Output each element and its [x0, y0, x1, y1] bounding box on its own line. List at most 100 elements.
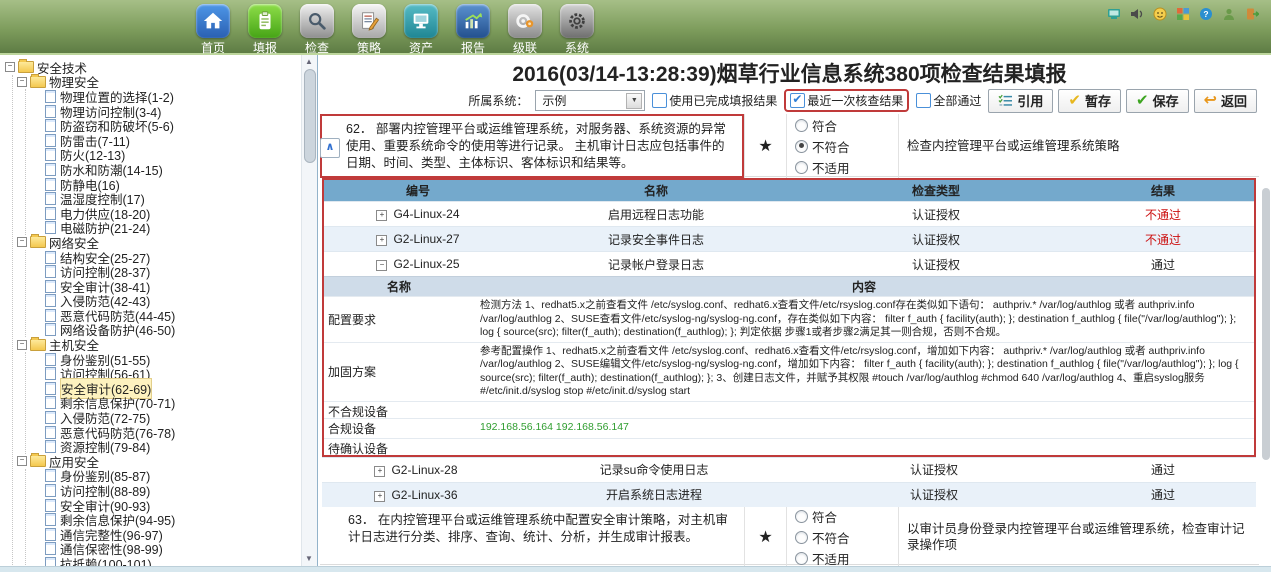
user-icon[interactable] — [1222, 7, 1236, 21]
collapse-button[interactable]: ∧ — [320, 138, 340, 158]
table-row-G2-Linux-25[interactable]: −G2-Linux-25记录帐户登录日志认证授权通过 — [324, 251, 1254, 276]
nav-item-策略[interactable]: 策略 — [346, 4, 392, 56]
system-select[interactable]: 示例 ▼ — [535, 90, 645, 111]
nav-item-label: 策略 — [357, 41, 381, 55]
check-result: 不通过 — [1072, 231, 1254, 248]
document-icon — [45, 265, 56, 278]
document-icon — [45, 251, 56, 264]
unchecked-checkbox-icon[interactable] — [652, 93, 667, 108]
nav-item-报告[interactable]: 报告 — [450, 4, 496, 56]
保存-button[interactable]: ✔保存 — [1126, 89, 1189, 113]
unchecked-checkbox-icon[interactable] — [916, 93, 931, 108]
radio-不适用[interactable]: 不适用 — [795, 549, 898, 567]
gold-check-icon: ✔ — [1068, 93, 1081, 108]
id-cell: +G2-Linux-28 — [322, 463, 510, 477]
table-row-G2-Linux-28[interactable]: +G2-Linux-28记录su命令使用日志认证授权通过 — [322, 457, 1256, 482]
clipboard-icon — [248, 4, 282, 38]
chart-icon — [456, 4, 490, 38]
collapse-expander-icon[interactable]: − — [5, 62, 15, 72]
nav-item-资产[interactable]: 资产 — [398, 4, 444, 56]
nav-item-检查[interactable]: 检查 — [294, 4, 340, 56]
check-type: 认证授权 — [800, 206, 1072, 223]
nav-item-首页[interactable]: 首页 — [190, 4, 236, 56]
radio-icon[interactable] — [795, 531, 808, 544]
logout-icon[interactable] — [1245, 7, 1259, 21]
返回-button[interactable]: ↩返回 — [1194, 89, 1257, 113]
checkbox-全部通过[interactable]: 全部通过 — [916, 92, 981, 109]
collapse-expander-icon[interactable]: − — [17, 237, 27, 247]
volume-icon[interactable] — [1130, 7, 1144, 21]
table-row-G2-Linux-36[interactable]: +G2-Linux-36开启系统日志进程认证授权通过 — [322, 482, 1256, 507]
document-icon — [45, 280, 56, 293]
question-63-options: 符合不符合不适用 — [786, 507, 898, 567]
check-id: G2-Linux-36 — [391, 488, 457, 502]
引用-button[interactable]: 引用 — [988, 89, 1053, 113]
folder-icon — [30, 76, 46, 88]
tree-folder-网络安全[interactable]: −网络安全 — [13, 235, 317, 250]
radio-icon[interactable] — [795, 119, 808, 132]
check-name: 记录帐户登录日志 — [512, 256, 800, 273]
collapse-icon[interactable]: − — [376, 260, 387, 271]
tree-folder-应用安全[interactable]: −应用安全 — [13, 454, 317, 469]
main-scroll-thumb[interactable] — [1262, 188, 1270, 460]
radio-不适用[interactable]: 不适用 — [795, 158, 898, 177]
checked-checkbox-icon[interactable] — [790, 93, 805, 108]
collapse-expander-icon[interactable]: − — [17, 77, 27, 87]
scroll-up-icon[interactable]: ▲ — [303, 56, 315, 68]
radio-selected-icon[interactable] — [795, 140, 808, 153]
radio-符合[interactable]: 符合 — [795, 507, 898, 526]
collapse-expander-icon[interactable]: − — [17, 340, 27, 350]
nav-item-label: 系统 — [565, 41, 589, 55]
radio-不符合[interactable]: 不符合 — [795, 528, 898, 547]
apps-grid-icon[interactable] — [1176, 7, 1190, 21]
button-label: 引用 — [1017, 91, 1043, 110]
main-nav: 首页填报检查策略 资产 报告 级联 系统 — [190, 4, 600, 56]
nav-item-label: 报告 — [461, 41, 485, 55]
table-row-G2-Linux-27[interactable]: +G2-Linux-27记录安全事件日志认证授权不通过 — [324, 226, 1254, 251]
document-pencil-icon — [352, 4, 386, 38]
expand-icon[interactable]: + — [374, 466, 385, 477]
tree-children: −物理安全物理位置的选择(1-2)物理访问控制(3-4)防盗窃和防破坏(5-6)… — [12, 75, 317, 566]
collapse-expander-icon[interactable]: − — [17, 456, 27, 466]
detail-label: 待确认设备 — [324, 439, 474, 458]
question-row-64-partial: 符合 — [320, 565, 1259, 567]
sidebar-scroll-thumb[interactable] — [304, 69, 316, 163]
radio-符合[interactable]: 符合 — [795, 116, 898, 135]
detail-content — [474, 439, 1254, 458]
checkbox-使用已完成填报结果[interactable]: 使用已完成填报结果 — [652, 92, 777, 109]
emoji-icon[interactable] — [1153, 7, 1167, 21]
expand-icon[interactable]: + — [376, 235, 387, 246]
question-64-text-cell — [320, 565, 744, 567]
help-icon[interactable]: ? — [1199, 7, 1213, 21]
table-row-G4-Linux-24[interactable]: +G4-Linux-24启用远程日志功能认证授权不通过 — [324, 201, 1254, 226]
tree-folder-安全技术[interactable]: −安全技术 — [0, 60, 317, 75]
nav-item-填报[interactable]: 填报 — [242, 4, 288, 56]
radio-label: 不符合 — [812, 137, 850, 156]
screen-share-icon[interactable] — [1107, 7, 1121, 21]
expand-icon[interactable]: + — [374, 491, 385, 502]
scroll-down-icon[interactable]: ▼ — [303, 553, 315, 565]
checkbox-最近一次核查结果[interactable]: 最近一次核查结果 — [790, 92, 903, 109]
暂存-button[interactable]: ✔ 暂存 — [1058, 89, 1121, 113]
nav-item-系统[interactable]: 系统 — [554, 4, 600, 56]
content-area: −安全技术−物理安全物理位置的选择(1-2)物理访问控制(3-4)防盗窃和防破坏… — [0, 55, 1271, 566]
radio-不符合[interactable]: 不符合 — [795, 137, 898, 156]
svg-text:?: ? — [1203, 9, 1208, 19]
question-63-text: 63． 在内控管理平台或运维管理系统中配置安全审计策略，对主机审计日志进行分类、… — [320, 507, 744, 567]
nav-item-label: 级联 — [513, 41, 537, 55]
button-label: 保存 — [1153, 91, 1179, 110]
nav-item-级联[interactable]: 级联 — [502, 4, 548, 56]
sidebar-scrollbar[interactable]: ▲ ▼ — [301, 55, 317, 566]
nav-item-label: 资产 — [409, 41, 433, 55]
document-icon — [45, 192, 56, 205]
document-icon — [45, 105, 56, 118]
highlighted-table-section: 编号名称检查类型结果 +G4-Linux-24启用远程日志功能认证授权不通过+G… — [322, 178, 1256, 457]
radio-icon[interactable] — [795, 161, 808, 174]
button-label: 暂存 — [1085, 91, 1111, 110]
radio-icon[interactable] — [795, 510, 808, 523]
tree-item-抗抵赖(100-101)[interactable]: 抗抵赖(100-101) — [26, 556, 317, 566]
question-64-options: 符合 — [786, 565, 898, 567]
radio-icon[interactable] — [795, 552, 808, 565]
question-62-text-cell: ∧ 62． 部署内控管理平台或运维管理系统，对服务器、系统资源的异常使用、重要系… — [320, 114, 744, 178]
expand-icon[interactable]: + — [376, 210, 387, 221]
